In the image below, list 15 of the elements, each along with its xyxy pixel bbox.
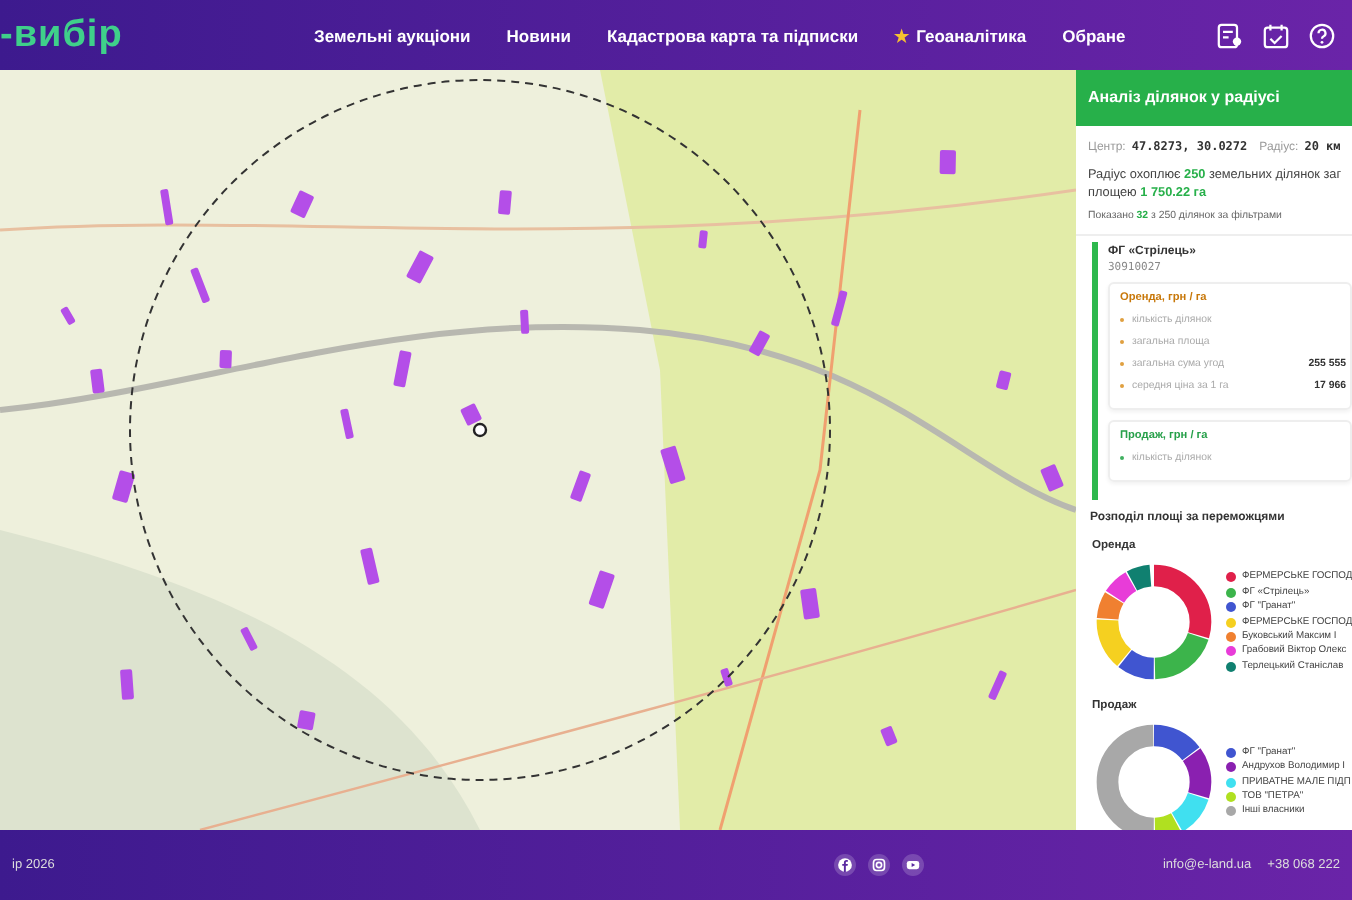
star-icon: ★ xyxy=(894,25,911,45)
facebook-icon[interactable] xyxy=(833,854,856,876)
nav-link[interactable]: Новини xyxy=(506,25,571,45)
youtube-icon[interactable] xyxy=(901,854,924,876)
nav-link[interactable]: Земельні аукціони xyxy=(314,25,471,45)
map-document-icon[interactable] xyxy=(1216,21,1244,49)
donut-drawing xyxy=(1092,560,1216,684)
panel-header: Аналіз ділянок у радіусі xyxy=(1076,70,1352,126)
instagram-icon[interactable] xyxy=(867,854,890,876)
help-icon[interactable] xyxy=(1308,21,1336,49)
nav-link[interactable]: Обране xyxy=(1062,25,1126,45)
calendar-check-icon[interactable] xyxy=(1262,21,1290,49)
nav-link[interactable]: ★ Геоаналітика xyxy=(894,25,1027,45)
nav-link[interactable]: Кадастрова карта та підписки xyxy=(606,25,859,45)
logo[interactable]: -вибір xyxy=(0,13,300,57)
